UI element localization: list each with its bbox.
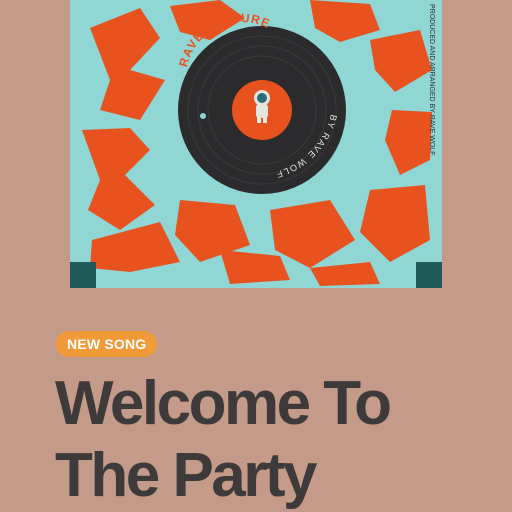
new-song-badge: NEW SONG — [56, 331, 158, 357]
release-card: RAVE CULTURE BY RAVE WOLF PRODUCED AND A… — [0, 0, 512, 512]
corner-block-right — [416, 262, 442, 288]
album-cover-art: RAVE CULTURE BY RAVE WOLF PRODUCED AND A… — [70, 0, 442, 288]
vinyl-record — [178, 26, 346, 194]
song-title: Welcome To The Party — [55, 368, 505, 512]
song-title-line-1: Welcome To — [55, 369, 392, 438]
album-cover[interactable]: RAVE CULTURE BY RAVE WOLF PRODUCED AND A… — [70, 0, 442, 288]
song-title-line-2: The Party — [55, 441, 318, 510]
corner-block-left — [70, 262, 96, 288]
cover-credit-text: PRODUCED AND ARRANGED BY RAVE WOLF — [428, 4, 435, 155]
